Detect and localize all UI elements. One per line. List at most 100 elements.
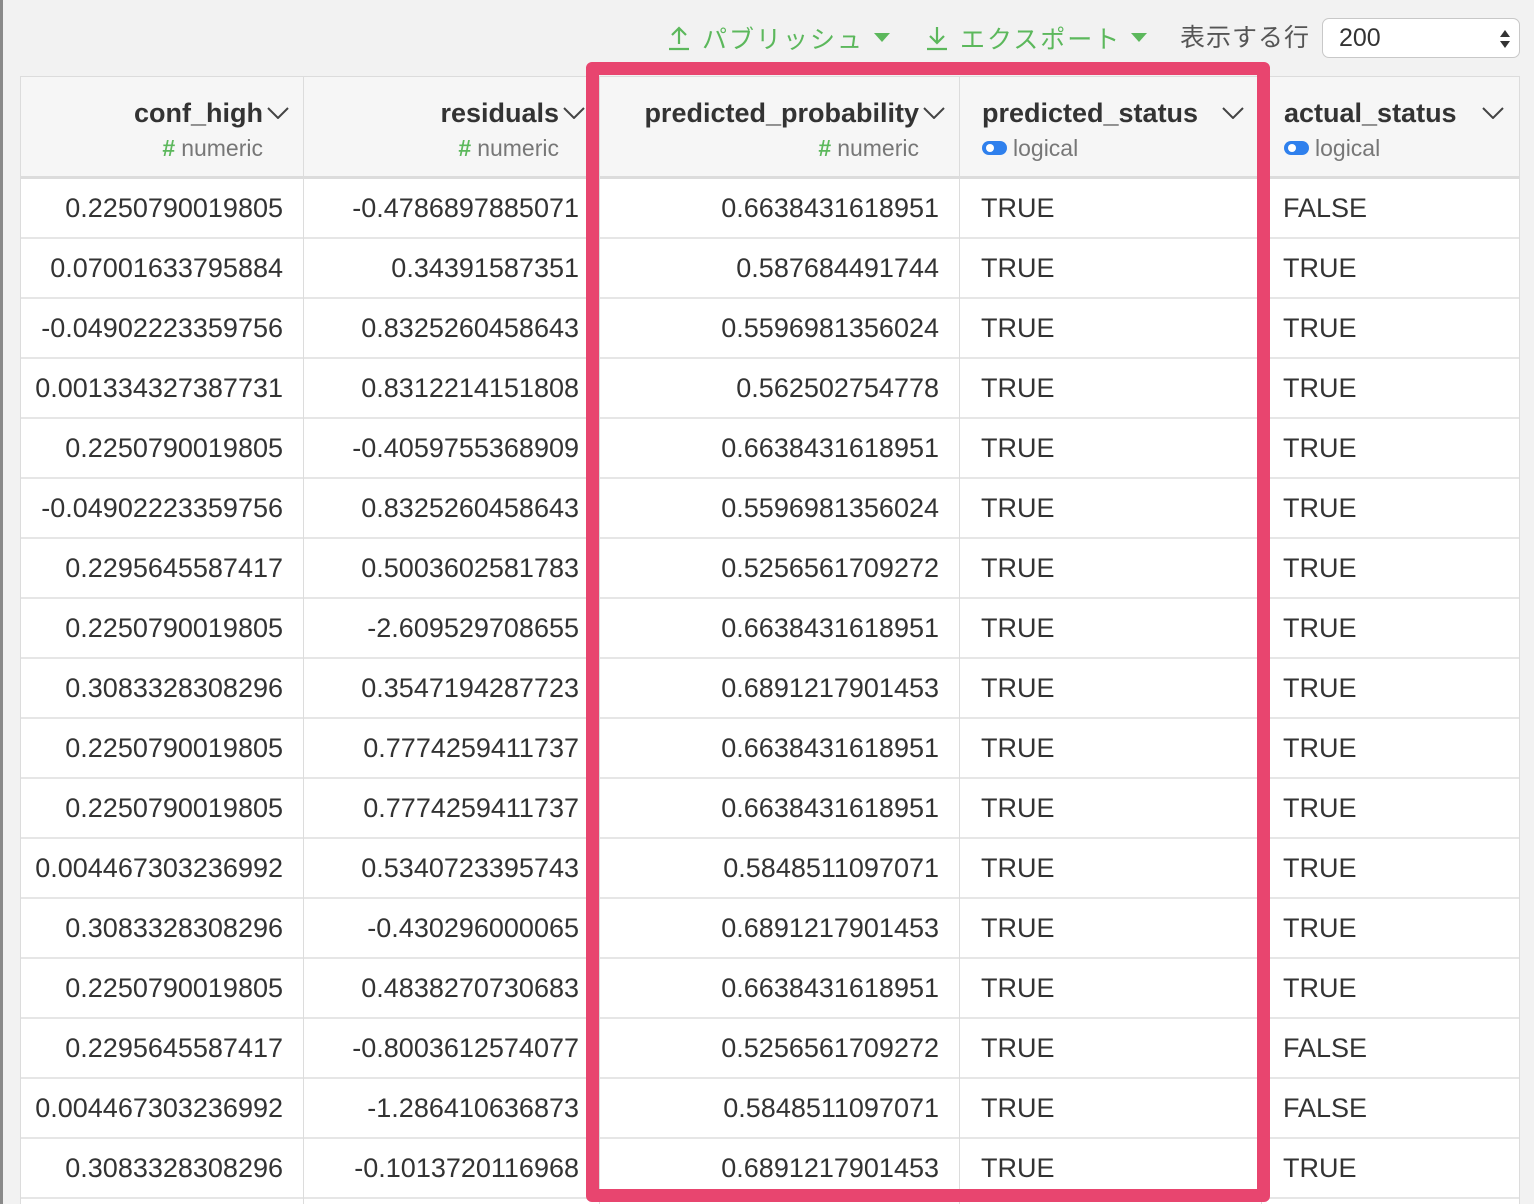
table-cell[interactable]: TRUE [960, 839, 1261, 899]
chevron-down-icon[interactable] [923, 106, 945, 124]
table-cell[interactable]: 0.6638431618951 [600, 179, 959, 239]
table-cell[interactable]: TRUE [1262, 659, 1519, 719]
table-cell[interactable]: TRUE [960, 1019, 1261, 1079]
table-cell[interactable]: 0.2250790019805 [21, 419, 303, 479]
table-cell[interactable]: 0.5848511097071 [600, 1079, 959, 1139]
table-cell[interactable]: 0.2250790019805 [21, 179, 303, 239]
table-cell[interactable]: 0.6891217901453 [600, 899, 959, 959]
table-cell[interactable]: TRUE [1262, 419, 1519, 479]
table-cell[interactable]: 0.8325260458643 [304, 479, 599, 539]
column-header[interactable]: predicted_probability # numeric [600, 77, 959, 179]
table-cell[interactable]: 0.2295645587417 [21, 539, 303, 599]
column-header[interactable]: predicted_status logical [960, 77, 1261, 179]
publish-button[interactable]: パブリッシュ [668, 18, 891, 58]
table-cell[interactable]: 0.3083328308296 [21, 899, 303, 959]
export-button[interactable]: エクスポート [926, 18, 1148, 58]
table-cell[interactable]: TRUE [960, 719, 1261, 779]
table-cell[interactable]: TRUE [1262, 1139, 1519, 1199]
table-cell[interactable]: 0.6638431618951 [600, 419, 959, 479]
table-cell[interactable]: TRUE [1262, 359, 1519, 419]
table-cell[interactable]: 0.5596981356024 [600, 299, 959, 359]
column-header[interactable]: actual_status logical [1262, 77, 1519, 179]
table-cell[interactable]: TRUE [960, 659, 1261, 719]
column-header[interactable]: residuals # numeric [304, 77, 599, 179]
table-cell[interactable]: 0.34391587351 [304, 239, 599, 299]
chevron-down-icon[interactable] [267, 106, 289, 124]
table-cell[interactable]: -0.04902223359756 [21, 479, 303, 539]
table-cell[interactable]: TRUE [960, 1079, 1261, 1139]
table-cell[interactable]: TRUE [1262, 779, 1519, 839]
table-cell[interactable]: TRUE [1262, 839, 1519, 899]
table-cell[interactable]: 0.5848511097071 [600, 839, 959, 899]
chevron-down-icon[interactable] [563, 106, 585, 124]
table-cell[interactable]: 0.004467303236992 [21, 1079, 303, 1139]
table-cell[interactable]: 0.8312214151808 [304, 359, 599, 419]
table-cell[interactable]: TRUE [960, 779, 1261, 839]
table-cell[interactable]: 0.001334327387731 [21, 359, 303, 419]
table-cell[interactable]: TRUE [960, 539, 1261, 599]
table-cell[interactable]: 0.8325260458643 [304, 299, 599, 359]
table-cell[interactable]: 0.6638431618951 [600, 779, 959, 839]
table-cell[interactable]: 0.6891217901453 [600, 659, 959, 719]
column-header[interactable]: conf_high # numeric [21, 77, 303, 179]
table-cell[interactable]: 0.6638431618951 [600, 599, 959, 659]
chevron-down-icon[interactable] [1482, 106, 1504, 124]
table-cell[interactable]: -0.430296000065 [304, 899, 599, 959]
table-cell[interactable]: 0.5340723395743 [304, 839, 599, 899]
table-cell[interactable]: -0.1013720116968 [304, 1139, 599, 1199]
table-cell[interactable]: TRUE [960, 299, 1261, 359]
chevron-down-icon[interactable] [1222, 106, 1244, 124]
table-cell[interactable]: 0.587684491744 [600, 239, 959, 299]
table-cell[interactable]: -0.04902223359756 [21, 299, 303, 359]
table-cell[interactable]: 0.4838270730683 [304, 959, 599, 1019]
table-cell[interactable]: -1.286410636873 [304, 1079, 599, 1139]
table-cell[interactable]: TRUE [960, 179, 1261, 239]
table-cell[interactable]: -2.609529708655 [304, 599, 599, 659]
table-cell[interactable]: TRUE [960, 959, 1261, 1019]
table-cell[interactable]: FALSE [1262, 1019, 1519, 1079]
table-cell[interactable]: -0.8003612574077 [304, 1019, 599, 1079]
table-cell[interactable]: 0.7774259411737 [304, 719, 599, 779]
table-cell[interactable]: 0.7774259411737 [304, 779, 599, 839]
table-cell[interactable]: TRUE [960, 599, 1261, 659]
column-type: logical [1284, 135, 1380, 162]
column-predicted-status: predicted_status logical TRUE TRUE TRUE TRU… [960, 77, 1262, 1204]
table-cell[interactable]: 0.3083328308296 [21, 659, 303, 719]
table-cell[interactable]: TRUE [960, 899, 1261, 959]
table-cell[interactable]: 0.6638431618951 [600, 959, 959, 1019]
table-cell[interactable]: TRUE [960, 419, 1261, 479]
table-cell[interactable]: 0.2250790019805 [21, 599, 303, 659]
table-cell[interactable]: TRUE [960, 1139, 1261, 1199]
table-cell[interactable]: FALSE [1262, 179, 1519, 239]
table-cell[interactable]: FALSE [1262, 1079, 1519, 1139]
table-cell[interactable]: 0.6638431618951 [600, 719, 959, 779]
table-cell[interactable]: TRUE [960, 479, 1261, 539]
table-cell[interactable]: TRUE [1262, 539, 1519, 599]
table-cell[interactable]: 0.6891217901453 [600, 1139, 959, 1199]
table-cell[interactable]: 0.562502754778 [600, 359, 959, 419]
table-cell[interactable]: 0.5003602581783 [304, 539, 599, 599]
table-cell[interactable]: TRUE [960, 359, 1261, 419]
table-cell[interactable]: 0.5596981356024 [600, 479, 959, 539]
table-cell[interactable]: -0.4059755368909 [304, 419, 599, 479]
table-cell[interactable]: TRUE [1262, 899, 1519, 959]
table-cell[interactable]: 0.3083328308296 [21, 1139, 303, 1199]
table-cell[interactable]: TRUE [1262, 959, 1519, 1019]
table-cell[interactable]: 0.2250790019805 [21, 959, 303, 1019]
table-cell[interactable]: -0.4786897885071 [304, 179, 599, 239]
table-cell[interactable]: TRUE [1262, 719, 1519, 779]
table-cell[interactable]: TRUE [1262, 479, 1519, 539]
table-cell[interactable]: TRUE [1262, 239, 1519, 299]
table-cell[interactable]: TRUE [960, 239, 1261, 299]
table-cell[interactable]: 0.004467303236992 [21, 839, 303, 899]
table-cell[interactable]: 0.07001633795884 [21, 239, 303, 299]
table-cell[interactable]: TRUE [1262, 599, 1519, 659]
table-cell[interactable]: 0.2250790019805 [21, 719, 303, 779]
table-cell[interactable]: 0.5256561709272 [600, 1019, 959, 1079]
table-cell[interactable]: 0.5256561709272 [600, 539, 959, 599]
table-cell[interactable]: 0.2295645587417 [21, 1019, 303, 1079]
table-cell[interactable]: 0.3547194287723 [304, 659, 599, 719]
rows-select[interactable]: 200 [1322, 18, 1520, 58]
table-cell[interactable]: 0.2250790019805 [21, 779, 303, 839]
table-cell[interactable]: TRUE [1262, 299, 1519, 359]
